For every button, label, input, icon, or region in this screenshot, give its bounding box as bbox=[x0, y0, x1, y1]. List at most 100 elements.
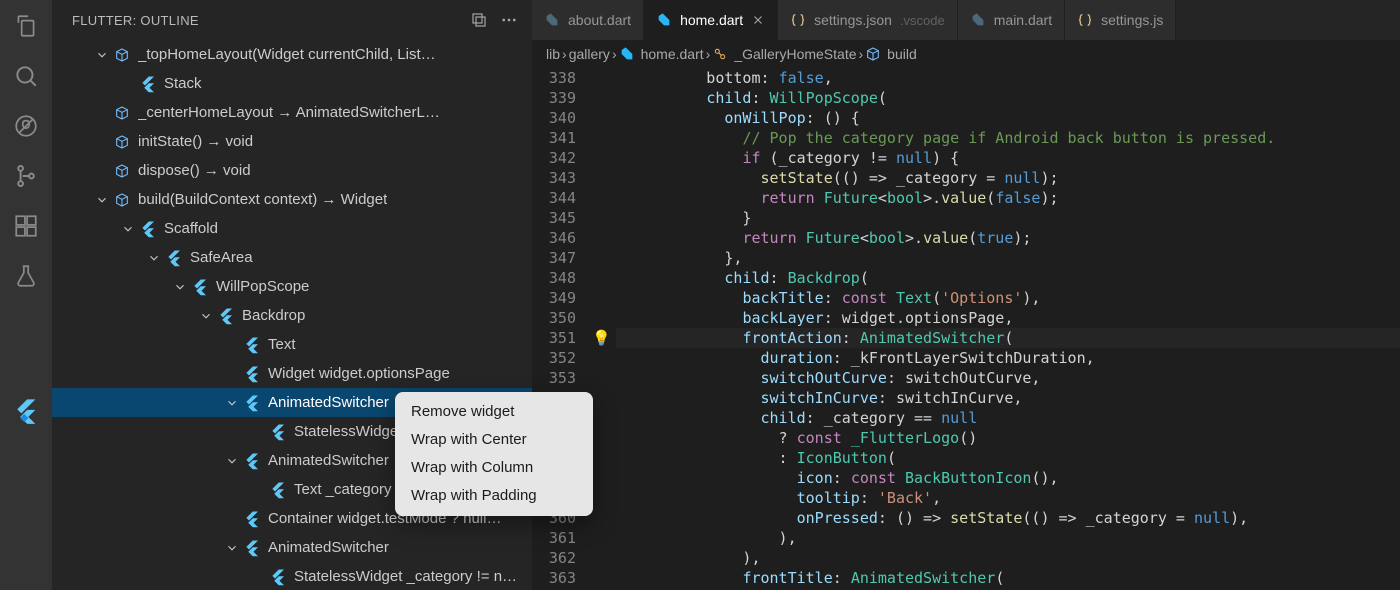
outline-item-label: _centerHomeLayout → AnimatedSwitcherL… bbox=[138, 99, 440, 127]
outline-item[interactable]: Widget widget.optionsPage bbox=[52, 359, 532, 388]
outline-item[interactable]: Scaffold bbox=[52, 214, 532, 243]
breadcrumb-label: home.dart bbox=[641, 46, 704, 62]
editor-tab[interactable]: main.dart bbox=[958, 0, 1065, 40]
outline-item[interactable]: _topHomeLayout(Widget currentChild, List… bbox=[52, 40, 532, 69]
chevron-placeholder bbox=[250, 424, 266, 440]
code-line[interactable]: child: _category == null bbox=[616, 408, 1400, 428]
cube-icon bbox=[865, 46, 881, 62]
breadcrumb-item[interactable]: build bbox=[865, 46, 917, 62]
flutter-widget-icon bbox=[138, 219, 158, 239]
lightbulb-icon[interactable]: 💡 bbox=[592, 328, 611, 348]
editor-tabs: about.darthome.dartsettings.json.vscodem… bbox=[532, 0, 1400, 40]
dart-file-icon bbox=[970, 12, 986, 28]
code-line[interactable]: }, bbox=[616, 248, 1400, 268]
outline-item[interactable]: initState() → void bbox=[52, 127, 532, 156]
code-line[interactable]: // Pop the category page if Android back… bbox=[616, 128, 1400, 148]
chevron-down-icon[interactable] bbox=[172, 279, 188, 295]
code-line[interactable]: onPressed: () => setState(() => _categor… bbox=[616, 508, 1400, 528]
code-line[interactable]: child: Backdrop( bbox=[616, 268, 1400, 288]
chevron-down-icon[interactable] bbox=[224, 395, 240, 411]
outline-item-label: Scaffold bbox=[164, 215, 218, 243]
code-line[interactable]: onWillPop: () { bbox=[616, 108, 1400, 128]
outline-item[interactable]: SafeArea bbox=[52, 243, 532, 272]
code-line[interactable]: tooltip: 'Back', bbox=[616, 488, 1400, 508]
breadcrumbs[interactable]: lib › gallery › home.dart › _GalleryHome… bbox=[532, 40, 1400, 68]
chevron-down-icon[interactable] bbox=[146, 250, 162, 266]
chevron-down-icon[interactable] bbox=[94, 47, 110, 63]
code-line[interactable]: frontTitle: AnimatedSwitcher( bbox=[616, 568, 1400, 588]
code-line[interactable]: if (_category != null) { bbox=[616, 148, 1400, 168]
outline-item[interactable]: Text bbox=[52, 330, 532, 359]
code-content[interactable]: bottom: false, child: WillPopScope( onWi… bbox=[616, 68, 1400, 590]
code-area[interactable]: 3383393403413423433443453463473483493503… bbox=[532, 68, 1400, 590]
outline-item[interactable]: AnimatedSwitcher bbox=[52, 533, 532, 562]
flutter-widget-icon bbox=[216, 306, 236, 326]
source-control-icon[interactable] bbox=[12, 162, 40, 190]
outline-item[interactable]: dispose() → void bbox=[52, 156, 532, 185]
code-line[interactable]: ), bbox=[616, 548, 1400, 568]
json-file-icon bbox=[790, 12, 806, 28]
outline-item[interactable]: build(BuildContext context) → Widget bbox=[52, 185, 532, 214]
collapse-all-icon[interactable] bbox=[468, 9, 490, 31]
code-line[interactable]: } bbox=[616, 208, 1400, 228]
code-line[interactable]: switchInCurve: switchInCurve, bbox=[616, 388, 1400, 408]
code-line[interactable]: bottom: false, bbox=[616, 68, 1400, 88]
chevron-down-icon[interactable] bbox=[94, 192, 110, 208]
context-menu-item[interactable]: Remove widget bbox=[395, 398, 593, 426]
code-line[interactable]: duration: _kFrontLayerSwitchDuration, bbox=[616, 348, 1400, 368]
editor-tab[interactable]: home.dart bbox=[644, 0, 778, 40]
editor-tab[interactable]: about.dart bbox=[532, 0, 644, 40]
outline-item[interactable]: Backdrop bbox=[52, 301, 532, 330]
method-icon bbox=[112, 132, 132, 152]
code-line[interactable]: : IconButton( bbox=[616, 448, 1400, 468]
code-line[interactable]: frontAction: AnimatedSwitcher( bbox=[616, 328, 1400, 348]
editor-tab[interactable]: settings.json.vscode bbox=[778, 0, 958, 40]
close-icon[interactable] bbox=[751, 13, 765, 27]
editor-tab[interactable]: settings.js bbox=[1065, 0, 1176, 40]
code-line[interactable]: backTitle: const Text('Options'), bbox=[616, 288, 1400, 308]
outline-item-label: StatelessWidget bbox=[294, 418, 402, 446]
chevron-placeholder bbox=[250, 482, 266, 498]
chevron-down-icon[interactable] bbox=[120, 221, 136, 237]
search-icon[interactable] bbox=[12, 62, 40, 90]
outline-item-label: Stack bbox=[164, 70, 202, 98]
extensions-icon[interactable] bbox=[12, 212, 40, 240]
breadcrumb-item[interactable]: home.dart bbox=[619, 46, 704, 62]
explorer-icon[interactable] bbox=[12, 12, 40, 40]
chevron-down-icon[interactable] bbox=[198, 308, 214, 324]
chevron-placeholder bbox=[120, 76, 136, 92]
outline-item[interactable]: Stack bbox=[52, 69, 532, 98]
context-menu-item[interactable]: Wrap with Center bbox=[395, 426, 593, 454]
code-line[interactable]: return Future<bool>.value(true); bbox=[616, 228, 1400, 248]
code-line[interactable]: setState(() => _category = null); bbox=[616, 168, 1400, 188]
code-line[interactable]: switchOutCurve: switchOutCurve, bbox=[616, 368, 1400, 388]
code-line[interactable]: return Future<bool>.value(false); bbox=[616, 188, 1400, 208]
chevron-right-icon: › bbox=[859, 46, 864, 62]
chevron-placeholder bbox=[224, 511, 240, 527]
breadcrumb-item[interactable]: gallery bbox=[569, 46, 610, 62]
chevron-down-icon[interactable] bbox=[224, 453, 240, 469]
chevron-placeholder bbox=[94, 163, 110, 179]
outline-item[interactable]: StatelessWidget _category != n… bbox=[52, 562, 532, 590]
flutter-icon[interactable] bbox=[12, 397, 40, 425]
context-menu: Remove widgetWrap with CenterWrap with C… bbox=[395, 392, 593, 516]
breadcrumb-item[interactable]: _GalleryHomeState bbox=[712, 46, 856, 62]
breadcrumb-item[interactable]: lib bbox=[546, 46, 560, 62]
code-line[interactable]: ), bbox=[616, 528, 1400, 548]
code-line[interactable]: backLayer: widget.optionsPage, bbox=[616, 308, 1400, 328]
test-icon[interactable] bbox=[12, 262, 40, 290]
code-line[interactable]: icon: const BackButtonIcon(), bbox=[616, 468, 1400, 488]
sidebar-header: FLUTTER: OUTLINE bbox=[52, 0, 532, 40]
code-line[interactable]: child: WillPopScope( bbox=[616, 88, 1400, 108]
chevron-placeholder bbox=[224, 337, 240, 353]
debug-disabled-icon[interactable] bbox=[12, 112, 40, 140]
context-menu-item[interactable]: Wrap with Padding bbox=[395, 482, 593, 510]
breadcrumb-label: build bbox=[887, 46, 917, 62]
chevron-down-icon[interactable] bbox=[224, 540, 240, 556]
code-line[interactable]: ? const _FlutterLogo() bbox=[616, 428, 1400, 448]
outline-item[interactable]: WillPopScope bbox=[52, 272, 532, 301]
method-icon bbox=[112, 103, 132, 123]
outline-item[interactable]: _centerHomeLayout → AnimatedSwitcherL… bbox=[52, 98, 532, 127]
more-icon[interactable] bbox=[498, 9, 520, 31]
context-menu-item[interactable]: Wrap with Column bbox=[395, 454, 593, 482]
